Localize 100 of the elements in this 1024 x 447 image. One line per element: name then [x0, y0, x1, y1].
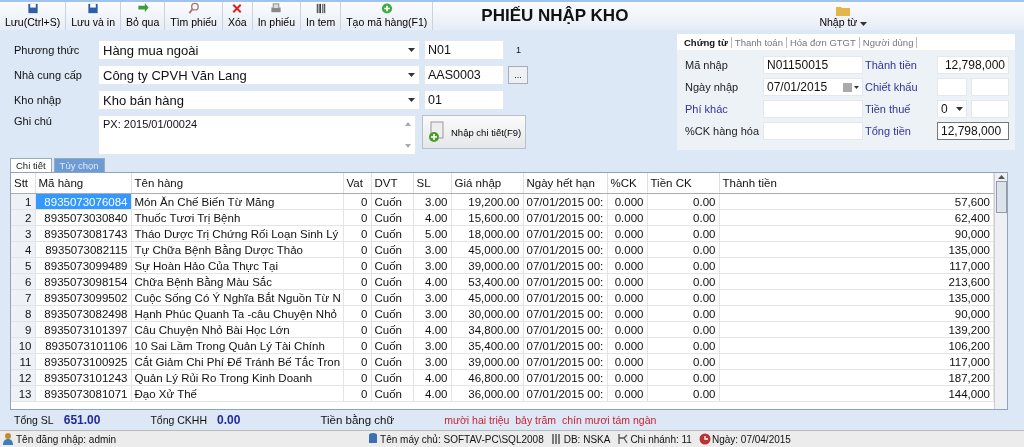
text-field[interactable]	[763, 100, 863, 118]
table-cell: 8935073099502	[35, 289, 131, 306]
table-cell: Tháo Dược Trị Chứng Rối Loạn Sinh Lý	[131, 225, 343, 242]
date-field[interactable]: 07/01/2015	[763, 78, 863, 96]
clock-icon	[697, 432, 712, 446]
field-label: Ngày nhập	[685, 81, 740, 93]
table-cell: 0	[343, 385, 371, 402]
combo-box[interactable]: Công ty CPVH Văn Lang	[98, 65, 420, 85]
code-field[interactable]: N01	[424, 40, 504, 60]
text-field[interactable]	[763, 122, 863, 140]
table-cell: Quản Lý Rủi Ro Trong Kinh Doanh	[131, 369, 343, 386]
grid-tab[interactable]: Chi tiết	[10, 158, 52, 172]
toolbar-button[interactable]: Lưu và in	[66, 2, 121, 30]
table-cell: Đạo Xử Thế	[131, 385, 343, 402]
table-cell: Món Ăn Chế Biến Từ Măng	[131, 193, 343, 210]
table-cell: 0.00	[647, 385, 719, 402]
table-cell: 45,000.00	[451, 241, 523, 258]
table-cell: 0.000	[607, 241, 647, 258]
table-cell: 15,600.00	[451, 209, 523, 226]
toolbar-button[interactable]: In phiếu	[252, 2, 301, 30]
combo-box[interactable]: Kho bán hàng	[98, 90, 420, 110]
table-cell: 0.000	[607, 353, 647, 370]
panel-tab[interactable]: Chứng từ	[681, 36, 732, 48]
toolbar-button[interactable]: Xóa	[222, 2, 253, 30]
text-field[interactable]	[937, 78, 967, 96]
table-cell: 0	[343, 369, 371, 386]
table-cell: 57,600	[719, 193, 994, 210]
table-cell: 07/01/2015 00:	[523, 305, 607, 322]
toolbar-button[interactable]: Lưu(Ctrl+S)	[0, 2, 67, 30]
panel-tab[interactable]: Thanh toán	[731, 36, 787, 48]
table-cell: 135,000	[719, 289, 994, 306]
text-field[interactable]	[971, 78, 1009, 96]
text-field[interactable]: 12,798,000	[937, 56, 1009, 74]
import-menu-button[interactable]: Nhập từ	[813, 2, 874, 30]
field-label: Phí khác	[685, 103, 729, 115]
table-cell: Hạnh Phúc Quanh Ta -câu Chuyện Nhỏ	[131, 305, 343, 322]
table-cell: 187,200	[719, 369, 994, 386]
table-cell: 8935073099489	[35, 257, 131, 274]
status-text: Tên máy chủ: SOFTAV-PC\SQL2008	[380, 433, 544, 445]
scrollbar[interactable]	[994, 173, 1007, 409]
table-cell: 117,000	[719, 353, 994, 370]
table-cell: 0	[343, 241, 371, 258]
table-cell: Cuốn	[371, 321, 413, 338]
column-header[interactable]: Stt	[11, 173, 35, 194]
table-cell: 0.00	[647, 289, 719, 306]
browse-button[interactable]: ...	[508, 66, 528, 84]
table-cell: 39,000.00	[451, 257, 523, 274]
column-header[interactable]: Vat	[343, 173, 371, 194]
table-cell: 4.00	[413, 209, 451, 226]
column-header[interactable]: Mã hàng	[35, 173, 131, 194]
field-label: Chiết khấu	[865, 81, 919, 93]
text-field[interactable]	[971, 100, 1009, 118]
status-text: DB: NSKA	[563, 433, 611, 445]
table-cell: 0.00	[647, 273, 719, 290]
table-cell: 0.00	[647, 257, 719, 274]
column-header[interactable]: DVT	[371, 173, 413, 194]
panel-tab[interactable]: Hóa đơn GTGT	[786, 36, 860, 48]
table-cell: 144,000	[719, 385, 994, 402]
column-header[interactable]: Tiền CK	[647, 173, 719, 194]
select-field[interactable]: 0	[937, 100, 967, 118]
toolbar-button[interactable]: Bỏ qua	[121, 2, 166, 30]
table-cell: 0.000	[607, 305, 647, 322]
field-label: %CK hàng hóa	[685, 125, 760, 137]
column-header[interactable]: Giá nhập	[451, 173, 523, 194]
column-header[interactable]: Thành tiền	[719, 173, 994, 194]
table-cell: 0.000	[607, 209, 647, 226]
panel-tab[interactable]: Người dùng	[859, 36, 918, 48]
table-cell: Cuốn	[371, 289, 413, 306]
table-cell: 0	[343, 273, 371, 290]
total-value: 651.00	[63, 413, 101, 427]
table-cell: 3.00	[413, 305, 451, 322]
table-cell: 07/01/2015 00:	[523, 321, 607, 338]
table-cell: Sự Hoàn Hảo Của Thực Tại	[131, 257, 343, 274]
table-cell: 4.00	[413, 321, 451, 338]
table-cell: 5.00	[413, 225, 451, 242]
table-cell: 0	[343, 193, 371, 210]
folder-icon	[836, 5, 851, 16]
column-header[interactable]: Ngày hết hạn	[523, 173, 607, 194]
column-header[interactable]: SL	[413, 173, 451, 194]
column-header[interactable]: Tên hàng	[131, 173, 343, 194]
toolbar-button[interactable]: Tạo mã hàng(F1)	[341, 2, 434, 30]
scroll-thumb[interactable]	[995, 181, 1007, 213]
text-field[interactable]: N01150015	[763, 56, 863, 74]
table-cell: 213,600	[719, 273, 994, 290]
table-cell: 8935073101106	[35, 337, 131, 354]
table-cell: Cuốn	[371, 241, 413, 258]
code-field[interactable]: AAS0003	[424, 65, 504, 85]
table-cell: 10 Sai Lầm Trong Quản Lý Tài Chính	[131, 337, 343, 354]
toolbar-button[interactable]: Tìm phiếu	[165, 2, 223, 30]
note-field[interactable]: PX: 2015/01/00024	[98, 115, 416, 155]
field-label: Kho nhập	[14, 94, 63, 106]
text-field[interactable]: 12,798,000	[937, 122, 1009, 140]
code-field[interactable]: 01	[424, 90, 504, 110]
toolbar-button[interactable]: In tem	[301, 2, 342, 30]
detail-entry-button[interactable]: Nhập chi tiết(F9)	[422, 115, 527, 149]
amount-in-words: mười hai triệu bảy trăm chín mươi tám ngàn	[444, 414, 657, 426]
table-cell: Cuốn	[371, 257, 413, 274]
table-cell: 0.000	[607, 321, 647, 338]
column-header[interactable]: %CK	[607, 173, 647, 194]
combo-box[interactable]: Hàng mua ngoài	[98, 40, 420, 60]
